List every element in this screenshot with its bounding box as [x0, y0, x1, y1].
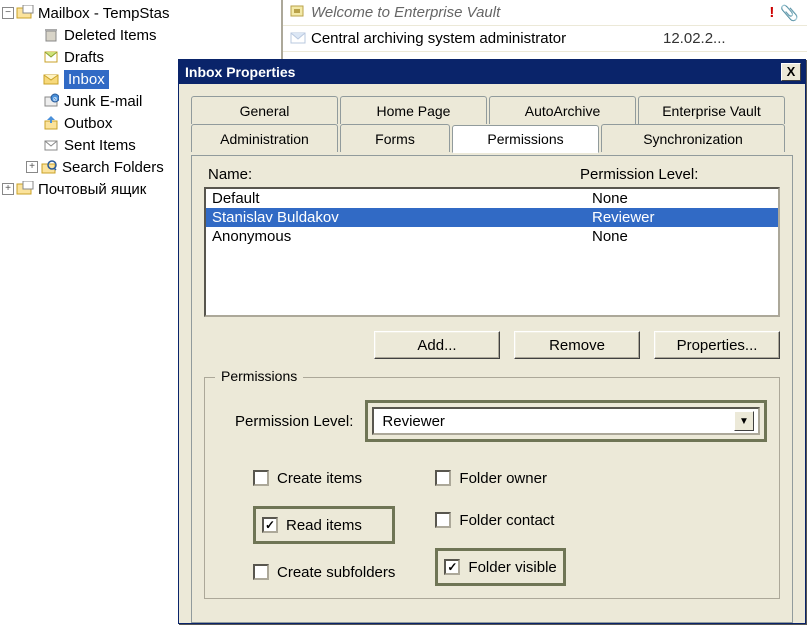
tree-item-deleted[interactable]: Deleted Items — [0, 24, 281, 46]
tab-general[interactable]: General — [191, 96, 338, 124]
check-read-items[interactable]: ✓ Read items — [262, 511, 362, 539]
checks-left: Create items ✓ Read items Create subfold… — [253, 464, 395, 586]
search-folder-icon — [40, 159, 58, 175]
remove-button[interactable]: Remove — [514, 331, 640, 359]
svg-text:⊘: ⊘ — [52, 97, 57, 103]
dialog-title: Inbox Properties — [185, 64, 295, 80]
tree-label: Inbox — [64, 70, 109, 89]
dialog-tabs: General Home Page AutoArchive Enterprise… — [191, 96, 793, 156]
inbox-properties-dialog: Inbox Properties X General Home Page Aut… — [178, 59, 806, 624]
tree-label: Sent Items — [64, 137, 136, 154]
checkbox-icon[interactable] — [435, 512, 451, 528]
message-list: Welcome to Enterprise Vault ! 📎 Central … — [282, 0, 807, 60]
checkbox-icon[interactable] — [253, 470, 269, 486]
junk-icon: ⊘ — [42, 93, 60, 109]
importance-icon: ! — [769, 4, 774, 22]
check-folder-visible[interactable]: ✓ Folder visible — [444, 553, 556, 581]
inbox-icon — [42, 71, 60, 87]
check-folder-contact[interactable]: Folder contact — [435, 506, 565, 534]
mailbox-icon — [16, 5, 34, 21]
expand-icon[interactable]: + — [26, 161, 38, 173]
properties-button[interactable]: Properties... — [654, 331, 780, 359]
message-row[interactable]: Central archiving system administrator 1… — [283, 26, 807, 52]
check-create-items[interactable]: Create items — [253, 464, 395, 492]
tree-label: Outbox — [64, 115, 112, 132]
permission-list[interactable]: Default None Stanislav Buldakov Reviewer… — [204, 187, 780, 317]
combo-value: Reviewer — [382, 413, 445, 430]
tab-autoarchive[interactable]: AutoArchive — [489, 96, 636, 124]
tab-forms[interactable]: Forms — [340, 124, 450, 152]
checks-right: Folder owner Folder contact ✓ Folder vis… — [435, 464, 565, 586]
tab-vault[interactable]: Enterprise Vault — [638, 96, 785, 124]
perm-row[interactable]: Anonymous None — [206, 227, 778, 246]
tree-label: Junk E-mail — [64, 93, 142, 110]
check-folder-owner[interactable]: Folder owner — [435, 464, 565, 492]
permlevel-header: Permission Level: — [580, 166, 780, 183]
chevron-down-icon[interactable]: ▼ — [734, 411, 754, 431]
attachment-icon: 📎 — [780, 4, 799, 22]
perm-level-combo[interactable]: Reviewer ▼ — [372, 407, 760, 435]
group-legend: Permissions — [215, 368, 303, 384]
tree-label: Search Folders — [62, 159, 164, 176]
collapse-icon[interactable]: − — [2, 7, 14, 19]
checkbox-icon[interactable]: ✓ — [262, 517, 278, 533]
perm-row[interactable]: Default None — [206, 189, 778, 208]
add-button[interactable]: Add... — [374, 331, 500, 359]
tree-mailbox[interactable]: − Mailbox - TempStas — [0, 2, 281, 24]
dialog-titlebar[interactable]: Inbox Properties X — [179, 60, 805, 84]
tree-label: Drafts — [64, 49, 104, 66]
message-row[interactable]: Welcome to Enterprise Vault ! 📎 — [283, 0, 807, 26]
message-subject: Central archiving system administrator — [311, 30, 663, 47]
mail-read-icon — [289, 29, 311, 49]
mailbox-label: Mailbox - TempStas — [38, 5, 169, 22]
tab-homepage[interactable]: Home Page — [340, 96, 487, 124]
perm-row[interactable]: Stanislav Buldakov Reviewer — [206, 208, 778, 227]
permissions-group: Permissions Permission Level: Reviewer ▼ — [204, 377, 780, 599]
vault-icon — [289, 3, 311, 23]
check-create-subfolders[interactable]: Create subfolders — [253, 558, 395, 586]
expand-icon[interactable]: + — [2, 183, 14, 195]
checkbox-icon[interactable] — [253, 564, 269, 580]
permissions-panel: Name: Permission Level: Default None Sta… — [191, 155, 793, 623]
tab-administration[interactable]: Administration — [191, 124, 338, 152]
message-date: 12.02.2... — [663, 30, 755, 47]
name-header: Name: — [204, 166, 580, 183]
checkbox-icon[interactable]: ✓ — [444, 559, 460, 575]
message-subject: Welcome to Enterprise Vault — [311, 4, 663, 21]
tab-sync[interactable]: Synchronization — [601, 124, 785, 152]
message-flags: ! 📎 — [755, 4, 807, 22]
sent-icon — [42, 137, 60, 153]
close-button[interactable]: X — [781, 63, 801, 81]
mailbox-icon — [16, 181, 34, 197]
drafts-icon — [42, 49, 60, 65]
perm-level-label: Permission Level: — [235, 413, 353, 430]
mailbox-label: Почтовый ящик — [38, 181, 146, 198]
tree-label: Deleted Items — [64, 27, 157, 44]
trash-icon — [42, 27, 60, 43]
checkbox-icon[interactable] — [435, 470, 451, 486]
outbox-icon — [42, 115, 60, 131]
tab-permissions[interactable]: Permissions — [452, 125, 599, 153]
